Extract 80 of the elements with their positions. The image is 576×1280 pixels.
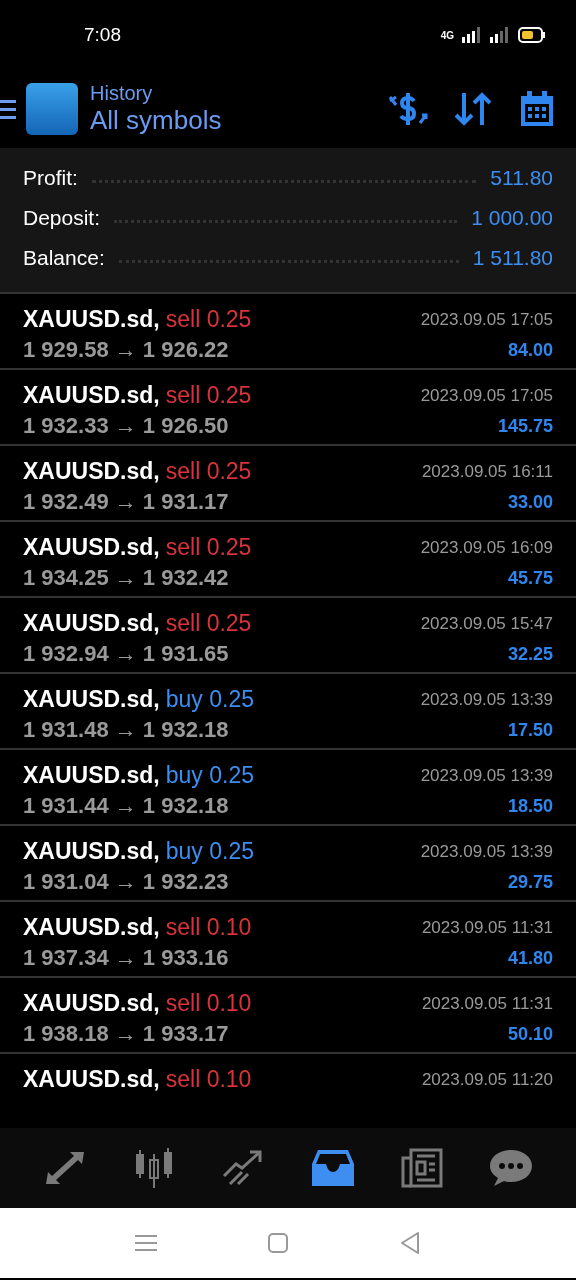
trend-arrow-icon <box>222 1150 265 1186</box>
deal-prices: 1 931.48 → 1 932.18 <box>23 717 230 743</box>
deal-order: sell 0.25 <box>165 610 252 637</box>
deal-order: sell 0.25 <box>165 306 252 333</box>
deal-symbol: XAUUSD.sd, <box>23 686 160 713</box>
currency-exchange-button[interactable] <box>388 91 428 127</box>
signal-icon <box>462 27 482 43</box>
summary-label: Profit: <box>23 166 78 190</box>
deal-prices: 1 934.25 → 1 932.42 <box>23 565 230 591</box>
deal-profit: 29.75 <box>507 872 553 893</box>
signal-icon <box>490 27 510 43</box>
app-logo <box>26 83 78 135</box>
deal-order: sell 0.25 <box>165 382 252 409</box>
deal-symbol: XAUUSD.sd, <box>23 990 160 1017</box>
deal-order: buy 0.25 <box>165 686 254 713</box>
sort-button[interactable] <box>454 91 492 127</box>
deal-time: 2023.09.05 16:09 <box>420 538 553 558</box>
chat-bubble-icon <box>490 1148 533 1188</box>
deal-prices: 1 929.58 → 1 926.22 <box>23 337 230 363</box>
deal-time: 2023.09.05 16:11 <box>421 462 553 482</box>
symbol-filter[interactable]: All symbols <box>90 105 388 136</box>
deal-symbol: XAUUSD.sd, <box>23 458 160 485</box>
home-button[interactable] <box>267 1232 289 1254</box>
summary-label: Balance: <box>23 246 105 270</box>
recent-apps-button[interactable] <box>135 1233 157 1253</box>
deal-time: 2023.09.05 15:47 <box>420 614 553 634</box>
menu-icon[interactable] <box>0 98 16 120</box>
deal-time: 2023.09.05 13:39 <box>420 766 553 786</box>
deal-profit: 33.00 <box>507 492 553 513</box>
deal-prices: 1 937.34 → 1 933.16 <box>23 945 230 971</box>
deal-time: 2023.09.05 13:39 <box>420 842 553 862</box>
double-arrow-icon <box>43 1150 86 1186</box>
deal-prices: 1 931.44 → 1 932.18 <box>23 793 230 819</box>
candlestick-icon <box>133 1148 175 1188</box>
status-time: 7:08 <box>84 24 121 46</box>
network-type: 4G <box>440 29 454 41</box>
deal-symbol: XAUUSD.sd, <box>23 838 160 865</box>
deal-symbol: XAUUSD.sd, <box>23 534 160 561</box>
deal-prices: 1 932.94 → 1 931.65 <box>23 641 230 667</box>
deal-time: 2023.09.05 11:31 <box>421 918 553 938</box>
summary-value: 511.80 <box>490 166 553 190</box>
deal-symbol: XAUUSD.sd, <box>23 1066 160 1093</box>
deal-order: sell 0.10 <box>165 1066 252 1093</box>
deal-profit: 32.25 <box>507 644 553 665</box>
deal-profit: 18.50 <box>507 796 553 817</box>
screen-title: History <box>90 82 154 105</box>
deal-profit: 50.10 <box>507 1024 553 1045</box>
deal-time: 2023.09.05 11:31 <box>421 994 553 1014</box>
deal-prices: 1 938.18 → 1 933.17 <box>23 1021 230 1047</box>
deal-order: sell 0.10 <box>165 914 252 941</box>
newspaper-icon <box>400 1148 443 1188</box>
deal-profit: 17.50 <box>507 720 553 741</box>
deal-profit: 41.80 <box>507 948 553 969</box>
deal-profit: 84.00 <box>507 340 553 361</box>
deal-order: buy 0.25 <box>165 838 254 865</box>
deal-profit: 145.75 <box>497 416 553 437</box>
back-button[interactable] <box>399 1231 421 1255</box>
deal-symbol: XAUUSD.sd, <box>23 914 160 941</box>
calendar-button[interactable] <box>518 90 556 128</box>
summary-value: 1 511.80 <box>472 246 553 270</box>
summary-value: 1 000.00 <box>471 206 553 230</box>
deal-profit: 45.75 <box>507 568 553 589</box>
summary-label: Deposit: <box>23 206 101 230</box>
inbox-icon <box>311 1150 354 1186</box>
deal-order: buy 0.25 <box>165 762 254 789</box>
deal-symbol: XAUUSD.sd, <box>23 382 160 409</box>
deal-time: 2023.09.05 11:20 <box>421 1070 553 1090</box>
deal-prices: 1 932.33 → 1 926.50 <box>23 413 230 439</box>
deal-symbol: XAUUSD.sd, <box>23 762 160 789</box>
battery-icon <box>518 27 546 43</box>
deal-symbol: XAUUSD.sd, <box>23 610 160 637</box>
deal-time: 2023.09.05 17:05 <box>420 386 553 406</box>
deal-prices: 1 931.04 → 1 932.23 <box>23 869 230 895</box>
deal-order: sell 0.10 <box>165 990 252 1017</box>
deal-time: 2023.09.05 13:39 <box>420 690 553 710</box>
deal-order: sell 0.25 <box>165 534 252 561</box>
deal-symbol: XAUUSD.sd, <box>23 306 160 333</box>
deal-time: 2023.09.05 17:05 <box>420 310 553 330</box>
deal-prices: 1 932.49 → 1 931.17 <box>23 489 230 515</box>
deal-order: sell 0.25 <box>165 458 252 485</box>
